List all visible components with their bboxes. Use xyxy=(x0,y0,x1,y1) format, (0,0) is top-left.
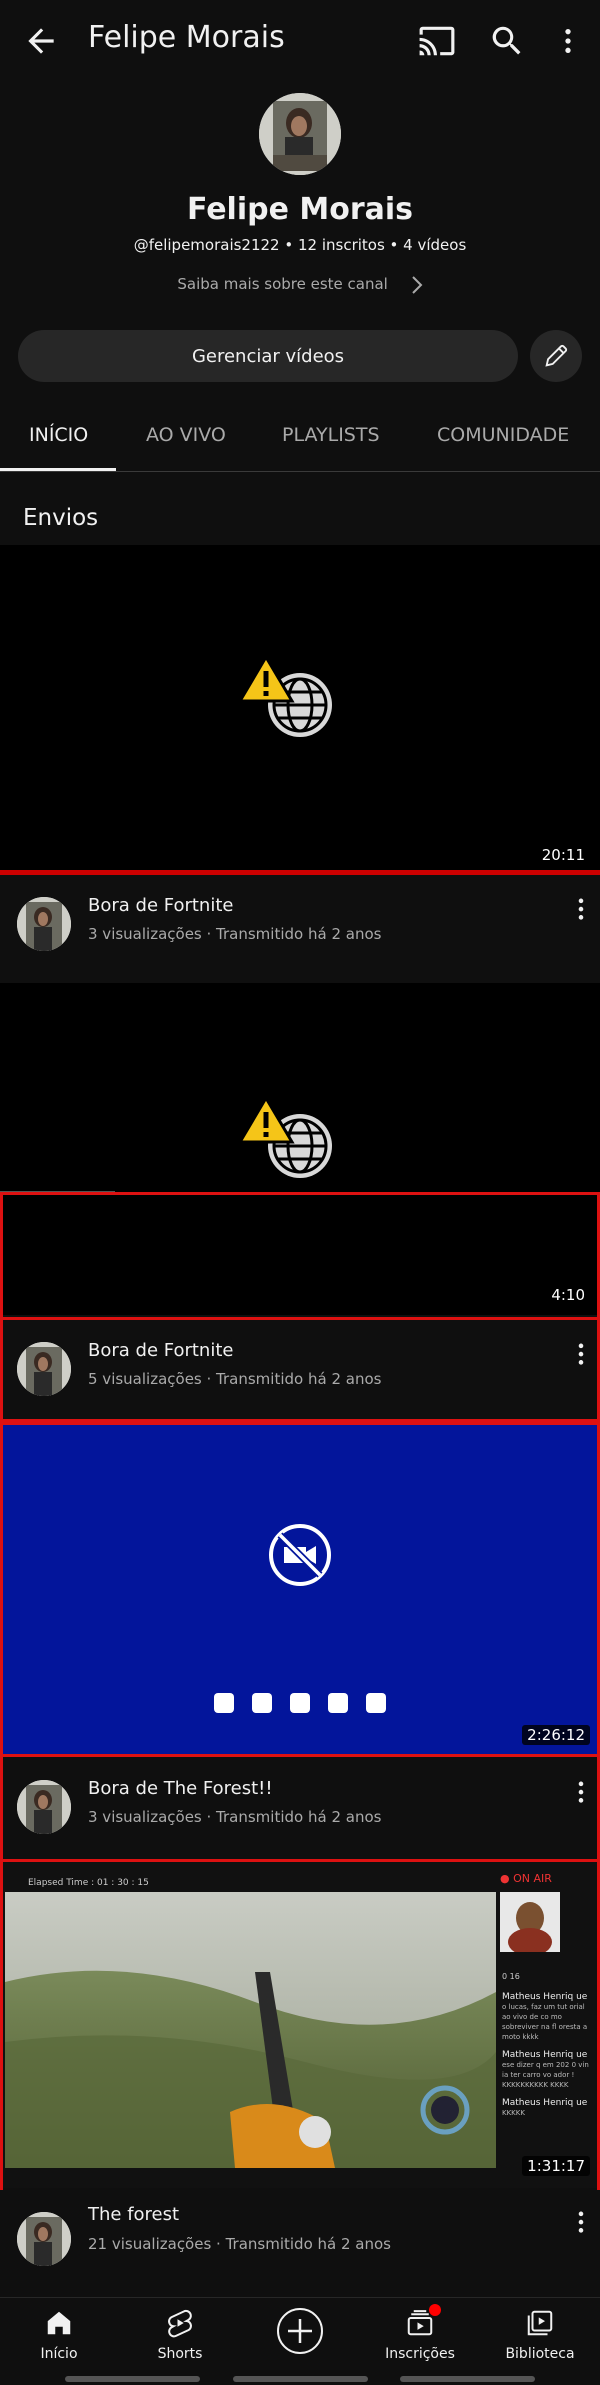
tab-ao-vivo[interactable]: AO VIVO xyxy=(146,424,226,446)
channel-name: Felipe Morais xyxy=(186,192,414,227)
video-meta: 3 visualizações · Transmitido há 2 anos xyxy=(88,925,382,943)
video-title[interactable]: Bora de Fortnite xyxy=(88,895,233,916)
chat-text: KKKKK xyxy=(502,2109,525,2117)
playback-scrub-bar xyxy=(0,1191,115,1194)
no-connection-globe-icon xyxy=(240,657,332,737)
video-duration: 1:31:17 xyxy=(522,2156,590,2176)
about-channel-label: Saiba mais sobre este canal xyxy=(177,275,388,293)
video-thumbnail[interactable]: 20:11 xyxy=(0,545,600,875)
video-duration: 4:10 xyxy=(546,1285,590,1305)
emoji-icon xyxy=(328,1693,348,1713)
library-icon xyxy=(527,2310,553,2336)
video-meta: 5 visualizações · Transmitido há 2 anos xyxy=(88,1370,382,1388)
shorts-icon xyxy=(168,2309,192,2338)
video-meta: 3 visualizações · Transmitido há 2 anos xyxy=(88,1808,382,1826)
chat-text: o lucas, faz um tut orial ao vivo de co … xyxy=(502,2003,588,2041)
notification-dot xyxy=(429,2304,441,2316)
gesture-bar xyxy=(233,2376,368,2382)
video-meta: 21 visualizações · Transmitido há 2 anos xyxy=(88,2235,391,2253)
emoji-icon xyxy=(366,1693,386,1713)
channel-meta: @felipemorais2122 • 12 inscritos • 4 víd… xyxy=(133,236,467,254)
chat-author: Matheus Henriq ue xyxy=(502,2050,588,2060)
edit-channel-button[interactable] xyxy=(530,330,582,382)
gesture-bar xyxy=(400,2376,535,2382)
tab-inicio[interactable]: INÍCIO xyxy=(29,424,88,446)
video-item[interactable]: The forest 21 visualizações · Transmitid… xyxy=(0,2190,600,2297)
video-title[interactable]: The forest xyxy=(88,2204,179,2225)
top-app-bar: Felipe Morais xyxy=(0,0,600,80)
video-channel-avatar[interactable] xyxy=(17,897,71,951)
on-air-indicator: ● ON AIR xyxy=(500,1872,552,1885)
back-arrow-icon[interactable] xyxy=(22,22,60,60)
no-connection-globe-icon xyxy=(240,1098,332,1178)
tab-comunidade[interactable]: COMUNIDADE xyxy=(437,424,569,446)
nav-label: Início xyxy=(40,2346,78,2362)
channel-tabs: INÍCIO AO VIVO PLAYLISTS COMUNIDADE xyxy=(0,410,600,472)
bottom-navigation: Início Shorts Inscrições Biblioteca xyxy=(0,2297,600,2385)
chat-message: Matheus Henriq ue o lucas, faz um tut or… xyxy=(502,1992,592,2042)
video-more-icon[interactable] xyxy=(570,895,592,925)
streamer-avatar xyxy=(500,1892,560,1952)
nav-label: Inscrições xyxy=(385,2346,455,2362)
chevron-right-icon xyxy=(411,275,423,294)
gesture-bar xyxy=(65,2376,200,2382)
chat-message: Matheus Henriq ue ese dizer q em 202 0 v… xyxy=(502,2050,592,2090)
video-more-icon[interactable] xyxy=(570,2208,592,2238)
manage-videos-button[interactable]: Gerenciar vídeos xyxy=(18,330,518,382)
video-thumbnail[interactable]: Elapsed Time : 01 : 30 : 15 ● ON AIR 0 1… xyxy=(0,1862,600,2188)
emoji-icon xyxy=(252,1693,272,1713)
video-thumbnail[interactable]: 4:10 xyxy=(0,983,600,1315)
section-title: Envios xyxy=(23,505,99,531)
video-item[interactable]: Bora de The Forest!! 3 visualizações · T… xyxy=(0,1758,600,1863)
video-item[interactable]: Bora de Fortnite 3 visualizações · Trans… xyxy=(0,875,600,980)
page-title: Felipe Morais xyxy=(88,20,285,55)
video-title[interactable]: Bora de The Forest!! xyxy=(88,1778,273,1799)
video-title[interactable]: Bora de Fortnite xyxy=(88,1340,233,1361)
emoji-icon xyxy=(290,1693,310,1713)
search-icon[interactable] xyxy=(488,22,526,60)
nav-library[interactable]: Biblioteca xyxy=(485,2308,595,2362)
chat-author: Matheus Henriq ue xyxy=(502,1992,588,2002)
nav-shorts[interactable]: Shorts xyxy=(125,2308,235,2362)
video-item[interactable]: Bora de Fortnite 5 visualizações · Trans… xyxy=(0,1320,600,1425)
nav-label: Biblioteca xyxy=(505,2346,575,2362)
video-duration: 20:11 xyxy=(536,845,590,865)
nav-label: Shorts xyxy=(157,2346,203,2362)
chat-author: Matheus Henriq ue xyxy=(502,2098,588,2108)
video-thumbnail[interactable]: 2:26:12 xyxy=(0,1425,600,1755)
nav-subscriptions[interactable]: Inscrições xyxy=(365,2304,475,2362)
video-more-icon[interactable] xyxy=(570,1778,592,1808)
pencil-icon xyxy=(545,344,568,367)
elapsed-time-text: Elapsed Time : 01 : 30 : 15 xyxy=(28,1878,149,1888)
nav-create[interactable] xyxy=(245,2306,355,2360)
emoji-icon xyxy=(214,1693,234,1713)
nav-home[interactable]: Início xyxy=(4,2308,114,2362)
emoji-row xyxy=(214,1693,386,1715)
create-plus-icon xyxy=(277,2308,323,2354)
no-video-icon xyxy=(269,1524,331,1586)
video-more-icon[interactable] xyxy=(570,1340,592,1370)
tab-playlists[interactable]: PLAYLISTS xyxy=(282,424,380,446)
home-icon xyxy=(47,2311,71,2335)
chat-text: ese dizer q em 202 0 vin ia ter carro vo… xyxy=(502,2061,589,2089)
video-duration: 2:26:12 xyxy=(522,1725,590,1745)
video-channel-avatar[interactable] xyxy=(17,1342,71,1396)
chat-message: Matheus Henriq ue KKKKK xyxy=(502,2098,592,2118)
about-channel-link[interactable]: Saiba mais sobre este canal xyxy=(0,275,600,294)
video-channel-avatar[interactable] xyxy=(17,2212,71,2266)
chat-stats: 0 16 xyxy=(502,1972,520,1981)
more-vert-icon[interactable] xyxy=(552,22,584,60)
active-tab-indicator xyxy=(0,468,116,471)
video-channel-avatar[interactable] xyxy=(17,1780,71,1834)
live-chat-panel: Matheus Henriq ue o lucas, faz um tut or… xyxy=(502,1992,592,2118)
cast-icon[interactable] xyxy=(418,22,456,60)
forest-gameplay-scene xyxy=(5,1892,496,2168)
channel-avatar[interactable] xyxy=(259,93,341,175)
